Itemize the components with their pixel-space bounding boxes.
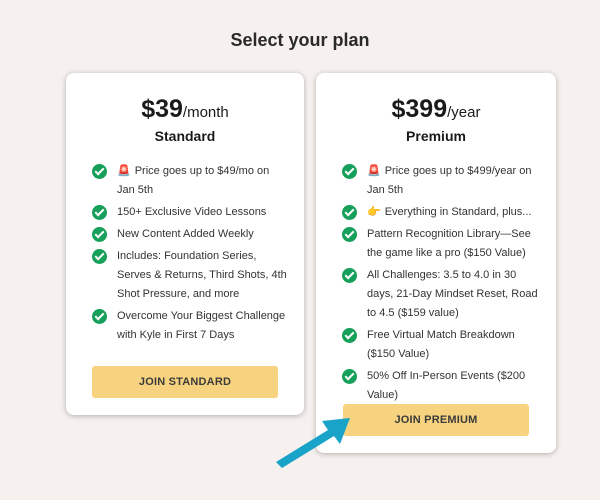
plan-card-standard: $39/month Standard 🚨 Price goes up to $49… [66,73,304,415]
price-period: /year [447,104,481,121]
join-standard-button[interactable]: JOIN STANDARD [92,366,278,398]
feature-list: 🚨 Price goes up to $499/year on Jan 5th 👉… [342,162,542,408]
feature-item: 🚨 Price goes up to $49/mo on Jan 5th [92,162,290,200]
feature-text: 50% Off In-Person Events ($200 Value) [367,370,526,401]
check-icon [92,164,107,179]
feature-text: Overcome Your Biggest Challenge with Kyl… [117,310,286,341]
feature-text: New Content Added Weekly [117,228,254,240]
feature-text: Everything in Standard, plus... [384,206,532,218]
check-icon [92,249,107,264]
feature-item: Includes: Foundation Series, Serves & Re… [92,247,290,304]
check-icon [342,227,357,242]
feature-text: Price goes up to $49/mo on Jan 5th [117,165,270,196]
feature-list: 🚨 Price goes up to $49/mo on Jan 5th 150+… [92,162,290,348]
feature-item: New Content Added Weekly [92,225,290,244]
price-amount: $399 [391,95,448,123]
feature-item: 50% Off In-Person Events ($200 Value) [342,367,542,405]
feature-text: Includes: Foundation Series, Serves & Re… [117,250,287,300]
pointer-arrow-icon [276,418,350,468]
plan-price: $399/year [316,95,556,124]
check-icon [92,227,107,242]
feature-text: Free Virtual Match Breakdown ($150 Value… [367,329,515,360]
plan-name: Premium [406,128,466,144]
pointing-hand-icon: 👉 [367,206,381,218]
check-icon [342,369,357,384]
check-icon [342,328,357,343]
siren-icon: 🚨 [117,165,131,177]
price-period: /month [182,104,229,121]
page-title: Select your plan [230,30,370,50]
feature-text: 150+ Exclusive Video Lessons [117,206,267,218]
plan-name: Standard [154,128,216,144]
feature-text: Price goes up to $499/year on Jan 5th [367,165,532,196]
check-icon [342,164,357,179]
feature-text: All Challenges: 3.5 to 4.0 in 30 days, 2… [367,269,538,319]
feature-text: Pattern Recognition Library—See the game… [367,228,531,259]
check-icon [342,205,357,220]
plan-price: $39/month [66,95,304,124]
feature-item: Free Virtual Match Breakdown ($150 Value… [342,326,542,364]
feature-item: 150+ Exclusive Video Lessons [92,203,290,222]
plan-card-premium: $399/year Premium 🚨 Price goes up to $499… [316,73,556,453]
feature-item: Overcome Your Biggest Challenge with Kyl… [92,307,290,345]
price-amount: $39 [141,95,183,123]
check-icon [342,268,357,283]
feature-item: All Challenges: 3.5 to 4.0 in 30 days, 2… [342,266,542,323]
check-icon [92,205,107,220]
siren-icon: 🚨 [367,165,381,177]
join-premium-button[interactable]: JOIN PREMIUM [343,404,529,436]
feature-item: Pattern Recognition Library—See the game… [342,225,542,263]
check-icon [92,309,107,324]
feature-item: 👉 Everything in Standard, plus... [342,203,542,222]
feature-item: 🚨 Price goes up to $499/year on Jan 5th [342,162,542,200]
